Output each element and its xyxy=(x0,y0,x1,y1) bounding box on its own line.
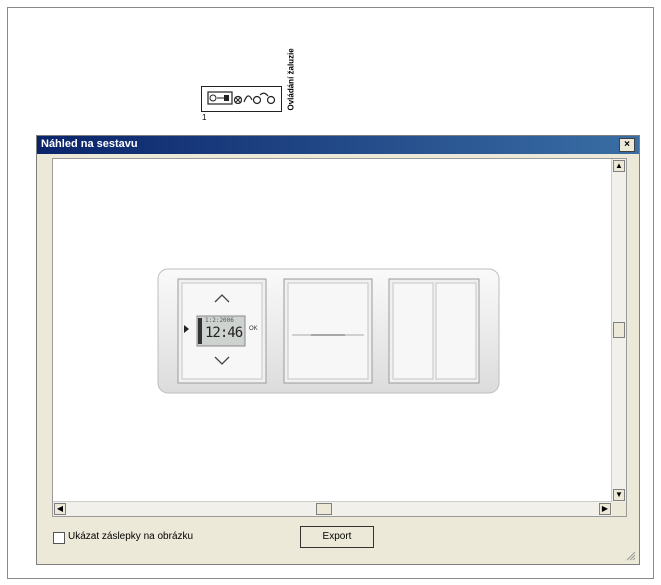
preview-viewport: 1:2:2006 12:46 OK ▲ ▼ ◀ ▶ xyxy=(52,158,627,517)
export-button[interactable]: Export xyxy=(300,526,374,548)
scroll-right-button[interactable]: ▶ xyxy=(599,503,611,515)
show-caps-label[interactable]: Ukázat záslepky na obrázku xyxy=(68,531,193,542)
horizontal-scroll-thumb[interactable] xyxy=(316,503,332,515)
scroll-left-button[interactable]: ◀ xyxy=(54,503,66,515)
schematic-symbol xyxy=(201,86,282,112)
dialog-title: Náhled na sestavu xyxy=(41,138,138,150)
schematic-number: 1 xyxy=(202,113,207,122)
switch-assembly-image xyxy=(157,268,500,394)
horizontal-scrollbar[interactable]: ◀ ▶ xyxy=(53,501,612,516)
resize-grip-icon[interactable] xyxy=(626,551,636,561)
schematic-label: Ovládání žaluzie xyxy=(286,48,296,111)
close-button[interactable]: × xyxy=(619,138,635,152)
vertical-scrollbar[interactable]: ▲ ▼ xyxy=(611,159,626,502)
vertical-scroll-thumb[interactable] xyxy=(613,322,625,338)
blind-control-symbol-icon xyxy=(207,91,276,105)
show-caps-checkbox[interactable] xyxy=(53,532,65,544)
device-display-date: 1:2:2006 xyxy=(205,317,234,324)
device-ok-label: OK xyxy=(249,326,258,332)
schematic-label-box: Ovládání žaluzie xyxy=(283,16,297,114)
dialog-titlebar[interactable]: Náhled na sestavu × xyxy=(37,136,639,154)
scroll-corner xyxy=(612,502,626,516)
scroll-down-button[interactable]: ▼ xyxy=(613,489,625,501)
scroll-up-button[interactable]: ▲ xyxy=(613,160,625,172)
preview-dialog: Náhled na sestavu × 1:2:2006 12:46 OK ▲ … xyxy=(36,135,640,565)
device-display-time: 12:46 xyxy=(205,325,243,341)
